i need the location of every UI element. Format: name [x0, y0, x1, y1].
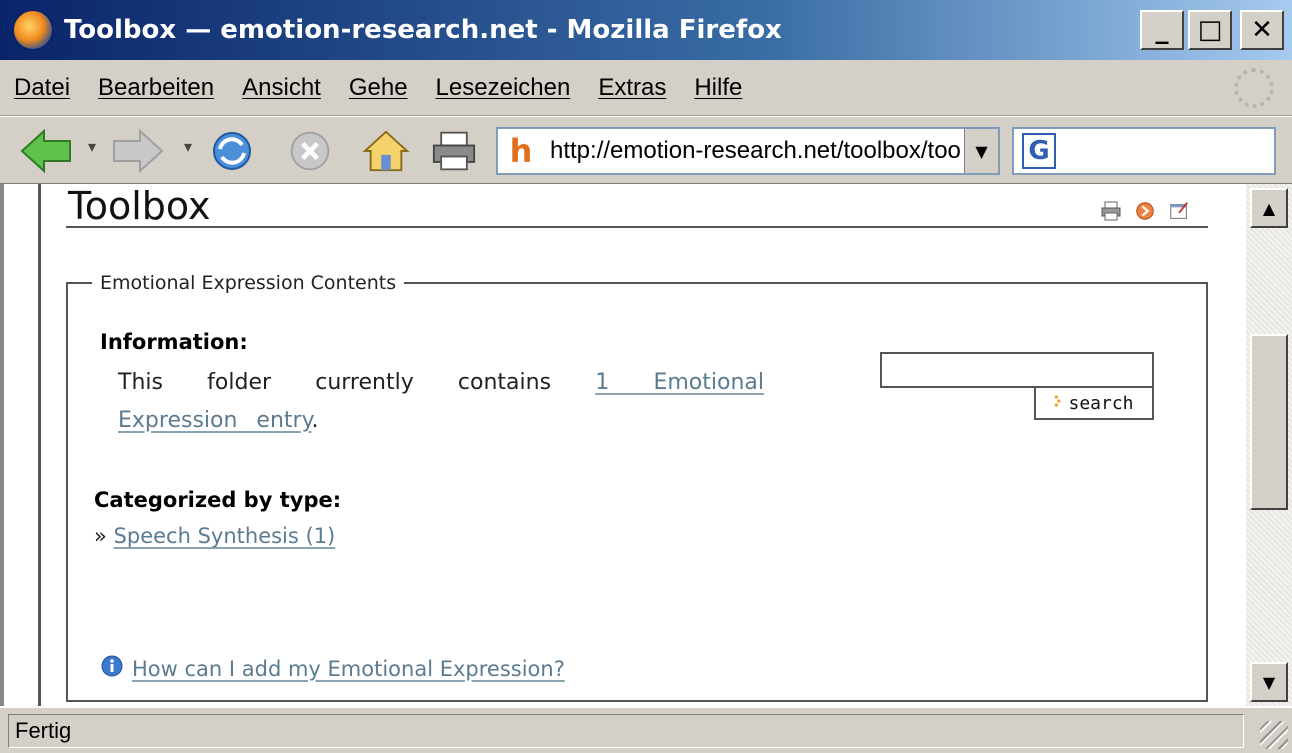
category-bullet: »: [94, 524, 107, 548]
close-button[interactable]: ✕: [1240, 10, 1284, 50]
status-bar: Fertig: [0, 706, 1292, 753]
search-button[interactable]: search: [1034, 386, 1154, 420]
search-button-label: search: [1068, 392, 1134, 414]
title-divider: [66, 226, 1208, 228]
print-page-icon[interactable]: [1098, 198, 1124, 224]
send-icon[interactable]: [1132, 198, 1158, 224]
document-actions: [1098, 198, 1192, 224]
information-text: This folder currently contains 1 Emotion…: [118, 364, 764, 440]
search-arrow-icon: [1054, 393, 1062, 414]
howto-row: How can I add my Emotional Expression?: [100, 654, 565, 683]
reload-button[interactable]: [206, 127, 258, 175]
category-heading: Categorized by type:: [94, 488, 342, 512]
search-bar[interactable]: G: [1012, 127, 1276, 175]
page-title: Toolbox: [68, 184, 211, 228]
info-text-before: This folder currently contains: [118, 370, 596, 395]
home-button[interactable]: [360, 127, 412, 175]
info-icon: [100, 654, 124, 683]
print-button[interactable]: [428, 127, 480, 175]
minimize-button[interactable]: _: [1140, 10, 1184, 50]
reload-icon: [213, 132, 251, 170]
firefox-icon: [12, 9, 54, 51]
forward-dropdown-icon[interactable]: ▾: [184, 137, 192, 156]
resize-grip-icon[interactable]: [1260, 721, 1288, 749]
fieldset-legend: Emotional Expression Contents: [100, 272, 397, 294]
status-text: Fertig: [8, 714, 1244, 748]
window-controls: _ □ ✕: [1140, 10, 1284, 50]
url-dropdown-button[interactable]: ▼: [964, 129, 998, 173]
site-favicon: h: [509, 132, 533, 170]
back-button[interactable]: [18, 127, 74, 175]
stop-icon: [290, 131, 330, 171]
information-heading: Information:: [100, 330, 248, 354]
forward-arrow-icon: [113, 128, 164, 174]
category-link-speech-synthesis[interactable]: Speech Synthesis (1): [114, 524, 336, 548]
external-edit-icon[interactable]: [1166, 198, 1192, 224]
menu-extras[interactable]: Extras: [598, 74, 666, 102]
maximize-button[interactable]: □: [1188, 10, 1232, 50]
scroll-up-button[interactable]: ▲: [1250, 188, 1288, 228]
content-border: [38, 184, 41, 706]
page-content: Toolbox Emotional Expression Contents In…: [0, 184, 1246, 706]
vertical-scrollbar[interactable]: ▲ ▼: [1246, 184, 1292, 706]
menu-bearbeiten[interactable]: Bearbeiten: [98, 74, 214, 102]
menu-lesezeichen[interactable]: Lesezeichen: [436, 74, 571, 102]
window-title-bar: Toolbox — emotion-research.net - Mozilla…: [0, 0, 1292, 60]
home-icon: [362, 130, 410, 172]
contents-fieldset: Emotional Expression Contents Informatio…: [66, 272, 1208, 702]
print-icon: [432, 131, 476, 171]
forward-button[interactable]: [110, 127, 166, 175]
search-input[interactable]: [880, 352, 1154, 388]
stop-button[interactable]: [286, 127, 334, 175]
menu-gehe[interactable]: Gehe: [349, 74, 408, 102]
url-bar[interactable]: h http://emotion-research.net/toolbox/to…: [496, 127, 1000, 175]
menu-datei[interactable]: Datei: [14, 74, 70, 102]
back-arrow-icon: [20, 128, 71, 174]
menu-ansicht[interactable]: Ansicht: [242, 74, 321, 102]
navigation-toolbar: ▾ ▾ h http://emotion-research.net/toolbo…: [0, 116, 1292, 184]
throbber-icon: [1234, 68, 1274, 108]
google-icon[interactable]: G: [1022, 133, 1056, 169]
info-text-after: .: [311, 408, 319, 433]
scroll-thumb[interactable]: [1250, 334, 1288, 510]
category-item: » Speech Synthesis (1): [94, 524, 335, 548]
window-title: Toolbox — emotion-research.net - Mozilla…: [64, 15, 782, 45]
back-dropdown-icon[interactable]: ▾: [88, 137, 96, 156]
url-input[interactable]: http://emotion-research.net/toolbox/tool…: [550, 137, 962, 165]
menu-hilfe[interactable]: Hilfe: [694, 74, 742, 102]
menu-bar: Datei Bearbeiten Ansicht Gehe Lesezeiche…: [0, 60, 1292, 116]
howto-link[interactable]: How can I add my Emotional Expression?: [132, 657, 565, 681]
scroll-down-button[interactable]: ▼: [1250, 662, 1288, 702]
